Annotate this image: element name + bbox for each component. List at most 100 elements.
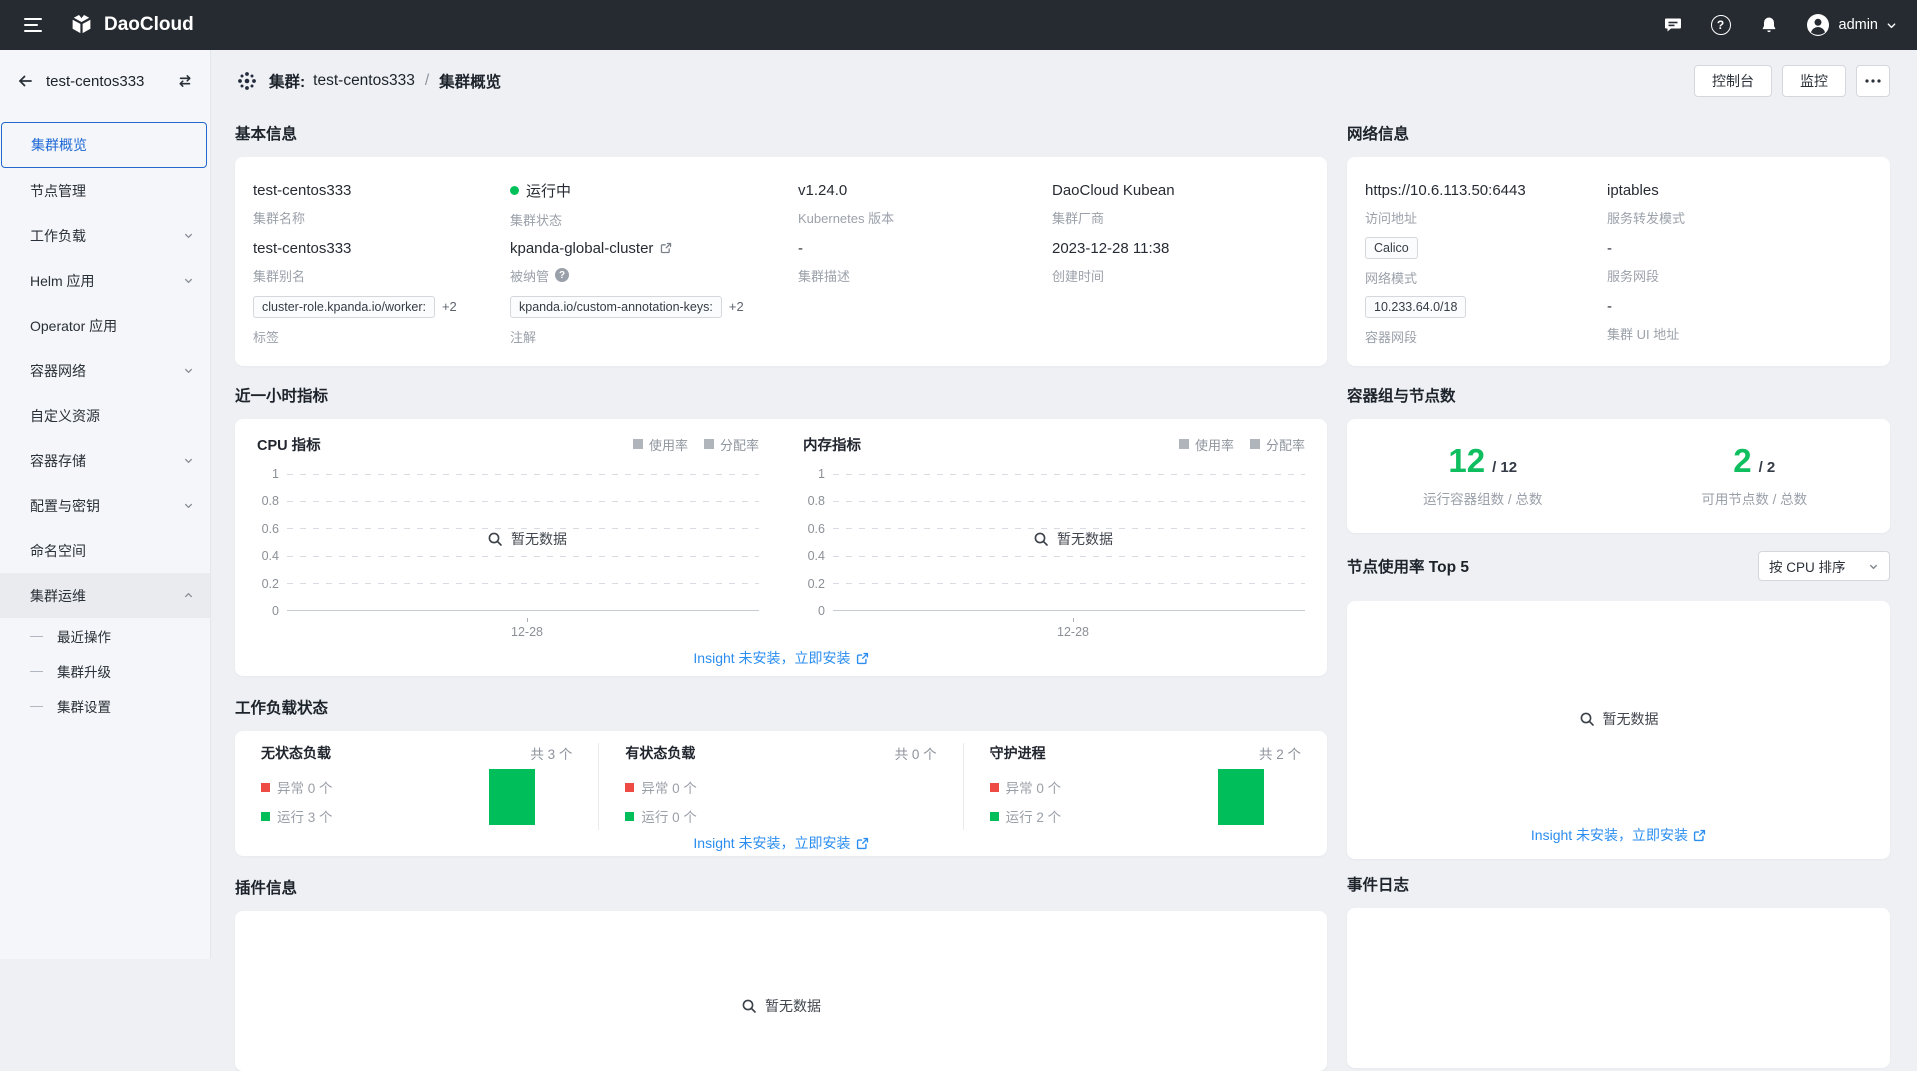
workloads-card: 无状态负载 共 3 个 异常 0 个 运行 3 个	[235, 731, 1327, 856]
node-usage-card: 暂无数据 Insight 未安装，立即安装	[1347, 601, 1890, 859]
sidebar-item-custom-resources[interactable]: 自定义资源	[0, 393, 210, 438]
total-nodes-value: / 2	[1759, 459, 1776, 476]
sidebar-item-cluster-ops[interactable]: 集群运维	[0, 573, 210, 618]
page-header: 集群: test-centos333 / 集群概览 控制台 监控	[235, 60, 1890, 102]
search-icon	[1033, 531, 1049, 547]
question-circle-icon[interactable]: ?	[555, 268, 569, 282]
feedback-chat-icon[interactable]	[1661, 13, 1685, 37]
right-column: 网络信息 https://10.6.113.50:6443 访问地址 iptab…	[1347, 106, 1890, 1068]
red-swatch	[990, 783, 999, 792]
main-content: 集群: test-centos333 / 集群概览 控制台 监控 基本信息 te…	[211, 50, 1917, 959]
notifications-bell-icon[interactable]	[1757, 13, 1781, 37]
workloads-title: 工作负载状态	[235, 696, 1327, 718]
label-more-count[interactable]: +2	[442, 299, 457, 314]
network-mode-chip: Calico	[1365, 237, 1418, 259]
event-log-title: 事件日志	[1347, 873, 1890, 895]
legend-usage[interactable]: 使用率	[633, 435, 688, 454]
field-cluster-vendor: DaoCloud Kubean 集群厂商	[1052, 175, 1307, 233]
sidebar-item-container-network[interactable]: 容器网络	[0, 348, 210, 393]
chart-legend: 使用率 分配率	[633, 435, 759, 454]
sidebar-item-cluster-overview[interactable]: 集群概览	[1, 122, 207, 168]
sidebar-item-namespaces[interactable]: 命名空间	[0, 528, 210, 573]
sidebar-item-helm-apps[interactable]: Helm 应用	[0, 258, 210, 303]
sidebar-item-workloads[interactable]: 工作负载	[0, 213, 210, 258]
left-column: 基本信息 test-centos333 集群名称 运行中 集群状态 v1.24.…	[235, 106, 1327, 1071]
field-network-mode: Calico 网络模式	[1365, 233, 1607, 291]
running-pods-value: 12	[1448, 444, 1485, 477]
field-cluster-name: test-centos333 集群名称	[253, 175, 510, 233]
hamburger-menu-icon[interactable]	[20, 14, 46, 36]
annotation-more-count[interactable]: +2	[729, 299, 744, 314]
breadcrumb-separator: /	[425, 72, 429, 90]
workload-group-statefulsets: 有状态负载 共 0 个 异常 0 个 运行 0 个	[598, 743, 962, 830]
legend-abnormal: 异常 0 个	[625, 777, 697, 797]
user-menu[interactable]: admin	[1805, 12, 1898, 38]
field-cluster-status: 运行中 集群状态	[510, 175, 798, 233]
plugins-title: 插件信息	[235, 876, 1327, 898]
sidebar-item-config-secrets[interactable]: 配置与密钥	[0, 483, 210, 528]
back-arrow-icon[interactable]	[14, 70, 36, 92]
insight-install-link[interactable]: Insight 未安装，立即安装	[693, 833, 868, 853]
daocloud-logo-icon	[68, 12, 95, 39]
green-swatch	[625, 812, 634, 821]
more-actions-button[interactable]	[1856, 65, 1890, 97]
network-info-card: https://10.6.113.50:6443 访问地址 iptables 服…	[1347, 157, 1890, 366]
insight-install-link[interactable]: Insight 未安装，立即安装	[693, 648, 868, 668]
monitor-button[interactable]: 监控	[1782, 65, 1846, 97]
node-usage-title: 节点使用率 Top 5	[1347, 555, 1469, 577]
metrics-card: CPU 指标 使用率 分配率 1 0.8 0.6 0.4	[235, 419, 1327, 676]
memory-chart-title: 内存指标	[803, 434, 861, 455]
legend-allocation[interactable]: 分配率	[704, 435, 759, 454]
dash-icon: —	[30, 663, 43, 678]
chart-legend: 使用率 分配率	[1179, 435, 1305, 454]
breadcrumb-cluster-link[interactable]: test-centos333	[313, 72, 415, 90]
brand-name: DaoCloud	[104, 14, 194, 36]
field-k8s-version: v1.24.0 Kubernetes 版本	[798, 175, 1052, 233]
pod-cidr-chip: 10.233.64.0/18	[1365, 296, 1466, 318]
page-title: 集群概览	[439, 70, 501, 92]
legend-swatch	[1179, 439, 1189, 449]
external-link-icon[interactable]	[660, 242, 672, 254]
switch-cluster-icon[interactable]	[174, 70, 196, 92]
breadcrumb: 集群: test-centos333 / 集群概览	[269, 70, 501, 92]
field-pod-cidr: 10.233.64.0/18 容器网段	[1365, 292, 1607, 350]
basic-info-title: 基本信息	[235, 122, 1327, 144]
field-annotations: kpanda.io/custom-annotation-keys:+2 注解	[510, 292, 798, 350]
legend-swatch	[633, 439, 643, 449]
label-chip: cluster-role.kpanda.io/worker:	[253, 296, 435, 318]
legend-swatch	[704, 439, 714, 449]
ready-nodes-value: 2	[1733, 444, 1751, 477]
console-button[interactable]: 控制台	[1694, 65, 1772, 97]
insight-install-link[interactable]: Insight 未安装，立即安装	[1531, 825, 1706, 845]
sidebar: test-centos333 集群概览 节点管理 工作负载 Helm 应用 Op…	[0, 50, 211, 959]
sidebar-item-operator-apps[interactable]: Operator 应用	[0, 303, 210, 348]
sidebar-subitem-cluster-settings[interactable]: —集群设置	[0, 688, 210, 723]
cpu-x-axis: 12-28	[295, 618, 759, 644]
memory-chart: 内存指标 使用率 分配率 1 0.8 0.6 0.4	[803, 433, 1305, 644]
sidebar-subitem-cluster-upgrade[interactable]: —集群升级	[0, 653, 210, 688]
field-created-at: 2023-12-28 11:38 创建时间	[1052, 233, 1307, 291]
sidebar-subitem-recent-operations[interactable]: —最近操作	[0, 618, 210, 653]
legend-allocation[interactable]: 分配率	[1250, 435, 1305, 454]
memory-plot-area: 1 0.8 0.6 0.4 0.2 0 暂无数据	[803, 467, 1305, 618]
field-proxy-mode: iptables 服务转发模式	[1607, 175, 1870, 233]
memory-empty-state: 暂无数据	[841, 529, 1305, 549]
avatar	[1805, 12, 1831, 38]
sort-by-cpu-select[interactable]: 按 CPU 排序	[1758, 551, 1890, 581]
running-pods-stat: 12 / 12 运行容器组数 / 总数	[1347, 444, 1619, 508]
legend-usage[interactable]: 使用率	[1179, 435, 1234, 454]
memory-x-axis: 12-28	[841, 618, 1305, 644]
sidebar-item-container-storage[interactable]: 容器存储	[0, 438, 210, 483]
legend-running: 运行 0 个	[625, 806, 697, 826]
cpu-plot-area: 1 0.8 0.6 0.4 0.2 0 暂无数据	[257, 467, 759, 618]
top-navbar: DaoCloud ? admin	[0, 0, 1917, 50]
cluster-icon	[235, 69, 259, 93]
sidebar-cluster-name: test-centos333	[46, 73, 164, 90]
ready-nodes-stat: 2 / 2 可用节点数 / 总数	[1619, 444, 1891, 508]
sidebar-item-node-management[interactable]: 节点管理	[0, 168, 210, 213]
help-icon[interactable]: ?	[1709, 13, 1733, 37]
search-icon	[1579, 711, 1595, 727]
legend-swatch	[1250, 439, 1260, 449]
external-link-icon	[856, 652, 869, 665]
daocloud-logo[interactable]: DaoCloud	[68, 12, 194, 39]
